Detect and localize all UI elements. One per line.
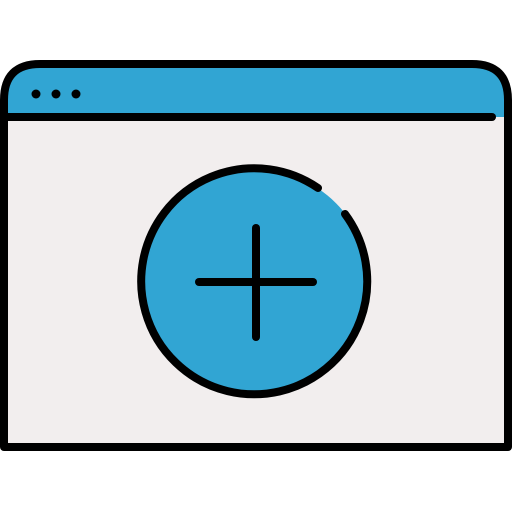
window-dot-3 <box>71 89 81 99</box>
window-controls <box>31 89 81 99</box>
add-button <box>137 164 372 399</box>
window-dot-2 <box>51 89 61 99</box>
browser-window-add-icon <box>0 60 512 451</box>
window-title-bar <box>4 64 508 117</box>
window-dot-1 <box>31 89 41 99</box>
